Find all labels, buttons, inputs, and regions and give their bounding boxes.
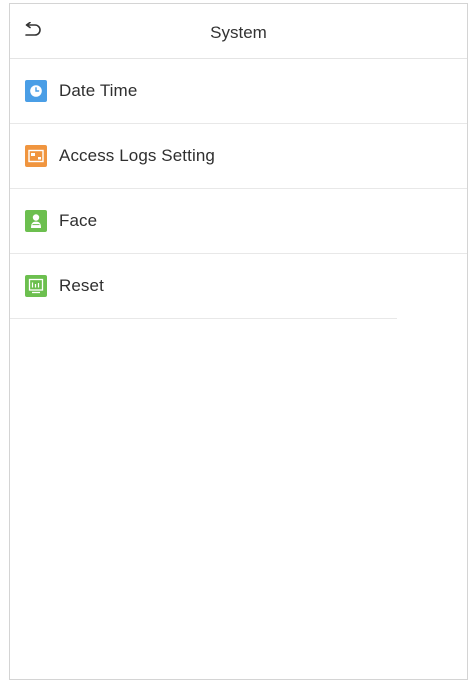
settings-menu: Date Time Access Logs Setting Face Reset [10, 59, 467, 319]
menu-item-label: Access Logs Setting [59, 146, 215, 165]
menu-item-face[interactable]: Face [10, 189, 467, 254]
menu-item-label: Date Time [59, 81, 138, 100]
page-title: System [210, 23, 267, 42]
menu-item-access-logs-setting[interactable]: Access Logs Setting [10, 124, 467, 189]
menu-item-label: Face [59, 211, 98, 230]
header-bar: System [10, 4, 467, 59]
menu-item-date-time[interactable]: Date Time [10, 59, 467, 124]
system-screen: System Date Time Access Logs Setting Fac… [9, 3, 468, 680]
menu-item-label: Reset [59, 276, 104, 295]
menu-item-reset[interactable]: Reset [10, 254, 397, 319]
clock-icon [25, 80, 47, 102]
log-settings-icon [25, 145, 47, 167]
face-icon [25, 210, 47, 232]
reset-icon [25, 275, 47, 297]
